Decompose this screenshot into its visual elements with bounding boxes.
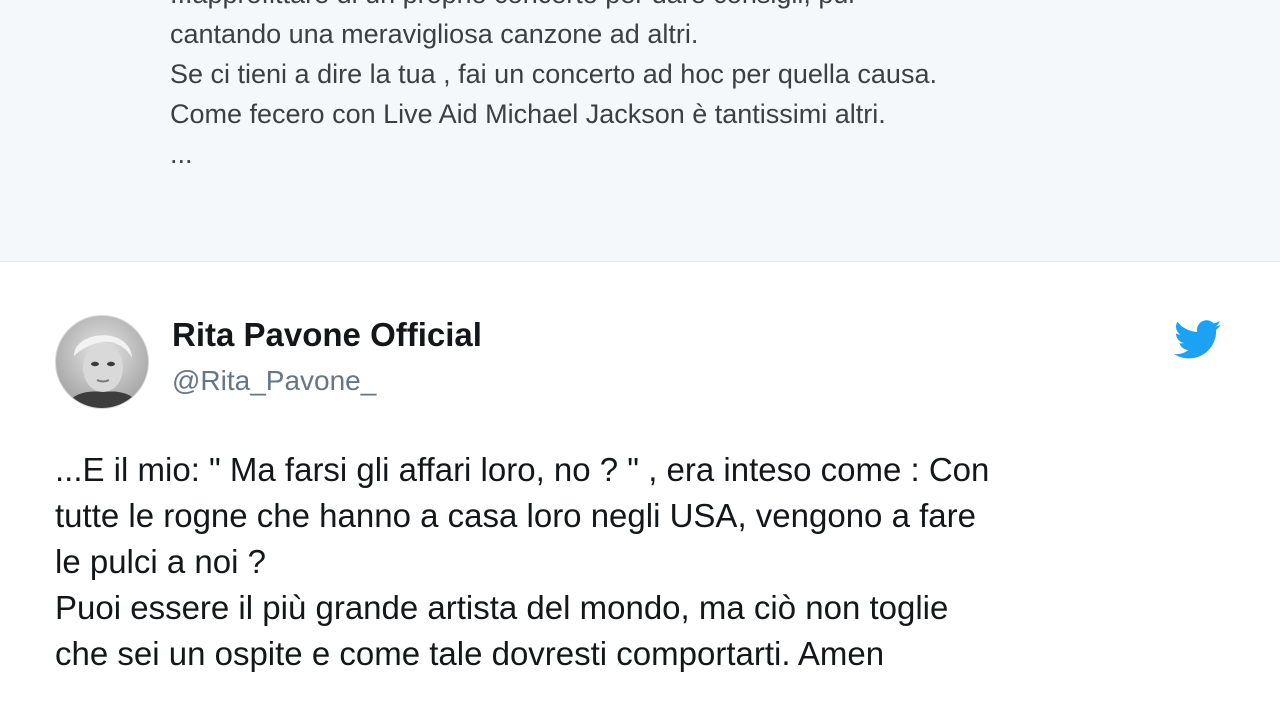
avatar-image: [56, 316, 148, 408]
user-handle[interactable]: @Rita_Pavone_: [172, 363, 376, 399]
avatar[interactable]: [55, 315, 149, 409]
twitter-logo: [1174, 320, 1222, 359]
tweet-embed: ...approfittare di un proprio concerto p…: [0, 0, 1280, 720]
quoted-line: ...: [170, 139, 193, 169]
quoted-line: Se ci tieni a dire la tua , fai un conce…: [170, 59, 937, 89]
twitter-bird-icon[interactable]: [1174, 320, 1222, 360]
tweet-card: Rita Pavone Official @Rita_Pavone_ ...E …: [0, 263, 1280, 720]
tweet-text: ...E il mio: " Ma farsi gli affari loro,…: [55, 447, 1255, 677]
quoted-line: ...approfittare di un proprio concerto p…: [170, 0, 1250, 14]
quoted-tweet[interactable]: ...approfittare di un proprio concerto p…: [0, 0, 1280, 262]
quoted-line: Come fecero con Live Aid Michael Jackson…: [170, 99, 886, 129]
display-name[interactable]: Rita Pavone Official: [172, 315, 482, 355]
quoted-tweet-text: ...approfittare di un proprio concerto p…: [170, 0, 1250, 174]
tweet-line: le pulci a noi ?: [55, 543, 266, 580]
quoted-line: cantando una meravigliosa canzone ad alt…: [170, 19, 699, 49]
tweet-line: ...E il mio: " Ma farsi gli affari loro,…: [55, 451, 990, 488]
tweet-line: tutte le rogne che hanno a casa loro neg…: [55, 497, 976, 534]
tweet-line: Puoi essere il più grande artista del mo…: [55, 589, 949, 626]
tweet-line: che sei un ospite e come tale dovresti c…: [55, 635, 885, 672]
